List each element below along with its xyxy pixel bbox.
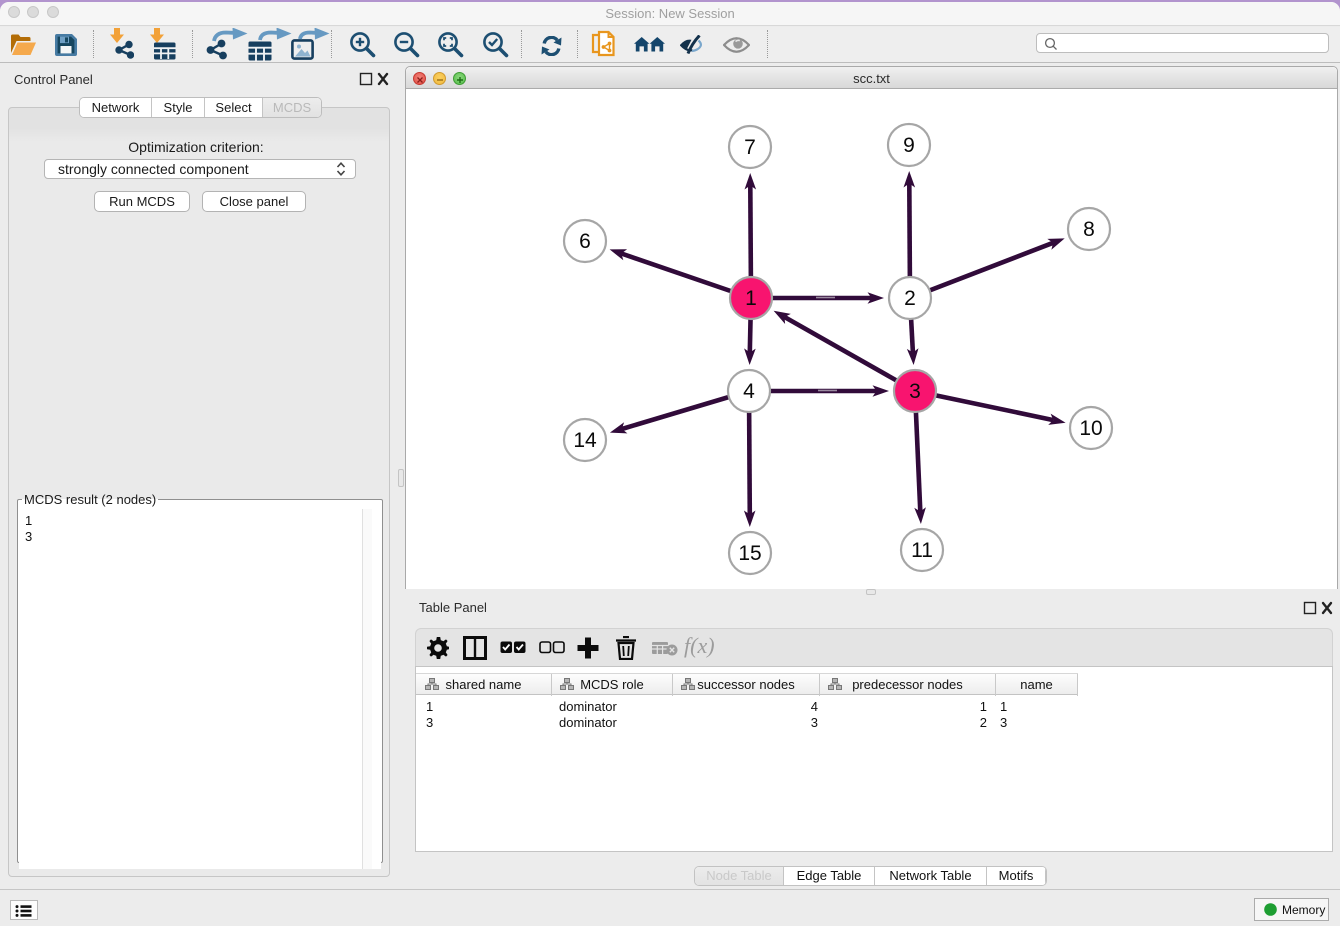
svg-text:14: 14 [573,429,597,452]
svg-text:2: 2 [904,287,916,310]
svg-text:4: 4 [743,380,755,403]
svg-text:6: 6 [579,230,591,253]
svg-text:3: 3 [909,380,921,403]
svg-text:10: 10 [1079,417,1102,440]
svg-text:7: 7 [744,136,756,159]
svg-text:9: 9 [903,134,915,157]
svg-text:1: 1 [745,287,757,310]
svg-text:8: 8 [1083,218,1095,241]
svg-text:11: 11 [911,539,933,562]
svg-text:15: 15 [738,542,761,565]
